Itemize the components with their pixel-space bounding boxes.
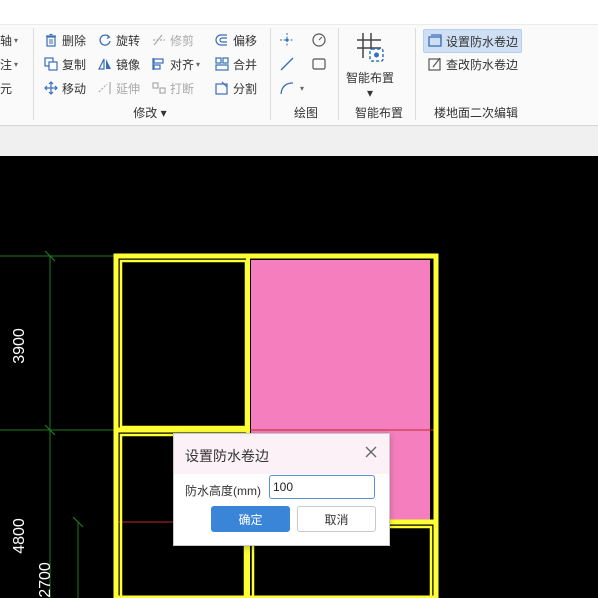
offset-icon (214, 32, 230, 48)
copy-icon (43, 56, 59, 72)
offset-button[interactable]: 偏移 (214, 30, 257, 50)
delete-button[interactable]: 删除 (43, 30, 86, 50)
chevron-down-icon: ▾ (160, 106, 167, 120)
chevron-down-icon: ▾ (14, 35, 19, 45)
waterproof-height-input[interactable] (269, 475, 375, 499)
draw-point-button[interactable] (279, 30, 298, 50)
split-label: 分割 (233, 81, 258, 96)
trim-button[interactable]: 修剪 (151, 30, 194, 50)
smart-layout-group-label: 智能布置 (354, 106, 403, 120)
merge-button[interactable]: 合并 (214, 54, 257, 74)
extend-icon (97, 80, 113, 96)
draw-circle-button[interactable] (311, 30, 330, 50)
ribbon-tab-strip (0, 0, 598, 25)
align-icon (151, 56, 167, 72)
delete-label: 删除 (62, 33, 87, 48)
offset-label: 偏移 (233, 33, 258, 48)
ribbon-toolbar: 轴 ▾ 注 ▾ 元 删除 复制 移动 旋转 镜像 延伸 修剪 对齐 ▾ 打断 偏… (0, 0, 598, 126)
smart-layout-label: 智能布置 (345, 71, 394, 85)
split-button[interactable]: 分割 (214, 78, 257, 98)
dimension-label-4800: 4800 (11, 518, 28, 554)
rotate-label: 旋转 (116, 33, 141, 48)
partial-label: 注 (0, 57, 13, 72)
partial-label: 元 (0, 81, 13, 96)
partial-element-button[interactable]: 元 (0, 78, 12, 98)
modify-group-label[interactable]: 修改 ▾ (120, 104, 180, 121)
dimension-label-2700: 2700 (37, 562, 54, 598)
extend-button[interactable]: 延伸 (97, 78, 140, 98)
smart-layout-icon (353, 30, 387, 67)
close-icon[interactable] (363, 444, 379, 460)
rotate-button[interactable]: 旋转 (97, 30, 140, 50)
set-waterproof-edge-button[interactable]: 设置防水卷边 (423, 29, 523, 53)
canvas-toolbar-gap (0, 126, 598, 156)
align-button[interactable]: 对齐 ▾ (151, 54, 200, 74)
floor-edit-group-label: 楼地面二次编辑 (433, 106, 518, 120)
dimension-label-3900: 3900 (11, 328, 28, 364)
align-label: 对齐 (170, 57, 195, 72)
move-button[interactable]: 移动 (43, 78, 86, 98)
partial-annotate-button[interactable]: 注 ▾ (0, 54, 18, 74)
merge-label: 合并 (233, 57, 258, 72)
cancel-button[interactable]: 取消 (297, 506, 376, 532)
group-separator (270, 28, 271, 120)
draw-arc-button[interactable]: ▾ (279, 78, 304, 98)
trash-icon (43, 32, 59, 48)
edit-waterproof-edge-label: 查改防水卷边 (446, 57, 519, 72)
set-waterproof-edge-dialog: 设置防水卷边 防水高度(mm) 确定 取消 (173, 433, 390, 546)
point-icon (279, 32, 295, 48)
break-icon (151, 80, 167, 96)
trim-label: 修剪 (170, 33, 195, 48)
chevron-down-icon: ▾ (366, 86, 374, 100)
ok-button[interactable]: 确定 (211, 506, 290, 532)
rotate-icon (97, 32, 113, 48)
chevron-down-icon: ▾ (300, 83, 305, 93)
draw-line-button[interactable] (279, 54, 298, 74)
mirror-button[interactable]: 镜像 (97, 54, 140, 74)
trim-icon (151, 32, 167, 48)
group-separator (33, 28, 34, 120)
merge-icon (214, 56, 230, 72)
chevron-down-icon: ▾ (14, 59, 19, 69)
modify-group-title: 修改 (133, 106, 158, 120)
draw-rect-button[interactable] (311, 54, 330, 74)
waterproof-height-label: 防水高度(mm) (185, 484, 261, 498)
draw-group-label: 绘图 (293, 106, 318, 120)
copy-label: 复制 (62, 57, 87, 72)
group-separator (338, 28, 339, 120)
dialog-title: 设置防水卷边 (185, 448, 269, 464)
partial-axis-button[interactable]: 轴 ▾ (0, 30, 18, 50)
break-label: 打断 (170, 81, 195, 96)
partial-label: 轴 (0, 33, 13, 48)
group-separator (415, 28, 416, 120)
mirror-icon (97, 56, 113, 72)
rectangle-icon (311, 56, 327, 72)
move-icon (43, 80, 59, 96)
copy-button[interactable]: 复制 (43, 54, 86, 74)
break-button[interactable]: 打断 (151, 78, 194, 98)
set-waterproof-edge-label: 设置防水卷边 (446, 34, 519, 49)
chevron-down-icon: ▾ (196, 59, 201, 69)
arc-icon (279, 80, 295, 96)
extend-label: 延伸 (116, 81, 141, 96)
mirror-label: 镜像 (116, 57, 141, 72)
line-icon (279, 56, 295, 72)
smart-layout-button[interactable]: 智能布置 ▾ (344, 30, 396, 100)
edit-waterproof-edge-button[interactable]: 查改防水卷边 (427, 54, 518, 74)
split-icon (214, 80, 230, 96)
move-label: 移动 (62, 81, 87, 96)
edit-waterproof-edge-icon (427, 56, 443, 72)
set-waterproof-edge-icon (427, 33, 443, 49)
circle-icon (311, 32, 327, 48)
